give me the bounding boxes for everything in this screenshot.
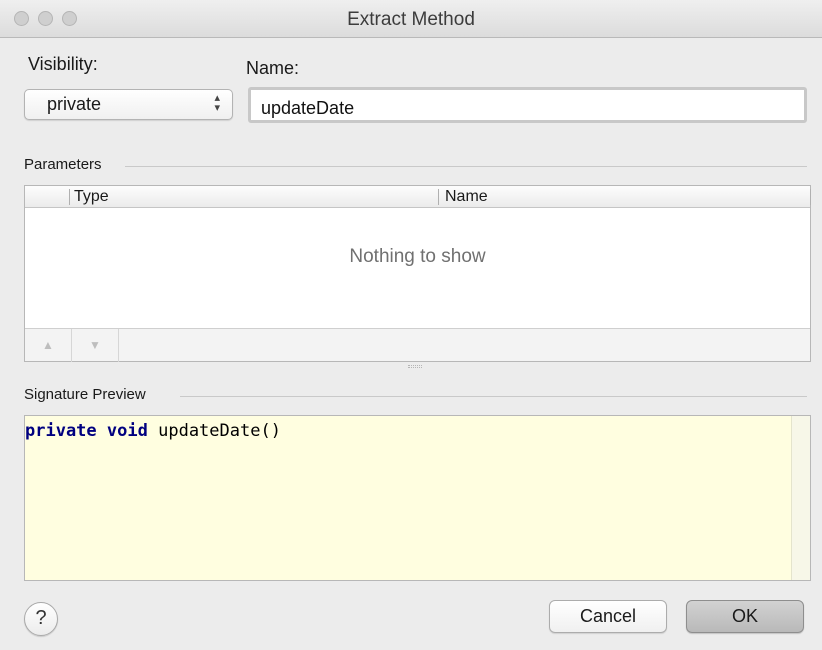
- method-signature: updateDate(): [158, 421, 281, 441]
- column-header-name[interactable]: Name: [445, 188, 488, 206]
- signature-code: private void updateDate(): [25, 421, 281, 441]
- signature-preview-box: private void updateDate(): [24, 415, 811, 581]
- visibility-label: Visibility:: [28, 54, 98, 74]
- triangle-up-icon: ▲: [42, 338, 54, 352]
- column-divider: [69, 189, 70, 205]
- keyword-private: private: [25, 421, 97, 441]
- resize-grip-icon[interactable]: [408, 365, 422, 368]
- ok-button[interactable]: OK: [686, 600, 804, 633]
- up-down-arrows-icon: ▴ ▾: [214, 92, 220, 114]
- visibility-select[interactable]: private ▴ ▾: [24, 89, 233, 120]
- move-down-button[interactable]: ▼: [72, 329, 119, 362]
- triangle-down-icon: ▼: [89, 338, 101, 352]
- parameters-table[interactable]: Type Name Nothing to show ▲ ▼: [24, 185, 811, 362]
- move-up-button[interactable]: ▲: [25, 329, 72, 362]
- window-title: Extract Method: [347, 9, 475, 30]
- vertical-scrollbar[interactable]: [791, 416, 810, 580]
- signature-preview-label: Signature Preview: [24, 386, 146, 403]
- title-bar: Extract Method: [0, 0, 822, 38]
- method-name-input[interactable]: [248, 87, 807, 123]
- table-header: Type Name: [25, 186, 811, 208]
- signature-separator: [180, 396, 807, 397]
- cancel-button[interactable]: Cancel: [549, 600, 667, 633]
- visibility-selected-value: private: [47, 94, 102, 114]
- column-divider: [438, 189, 439, 205]
- column-divider: [810, 189, 811, 205]
- empty-table-message: Nothing to show: [349, 246, 486, 267]
- table-toolbar: ▲ ▼: [25, 328, 810, 362]
- help-button[interactable]: ?: [24, 602, 58, 636]
- column-header-type[interactable]: Type: [74, 188, 109, 206]
- parameters-separator: [125, 166, 807, 167]
- name-label: Name:: [246, 58, 300, 78]
- keyword-void: void: [106, 421, 148, 441]
- parameters-section-label: Parameters: [24, 156, 102, 173]
